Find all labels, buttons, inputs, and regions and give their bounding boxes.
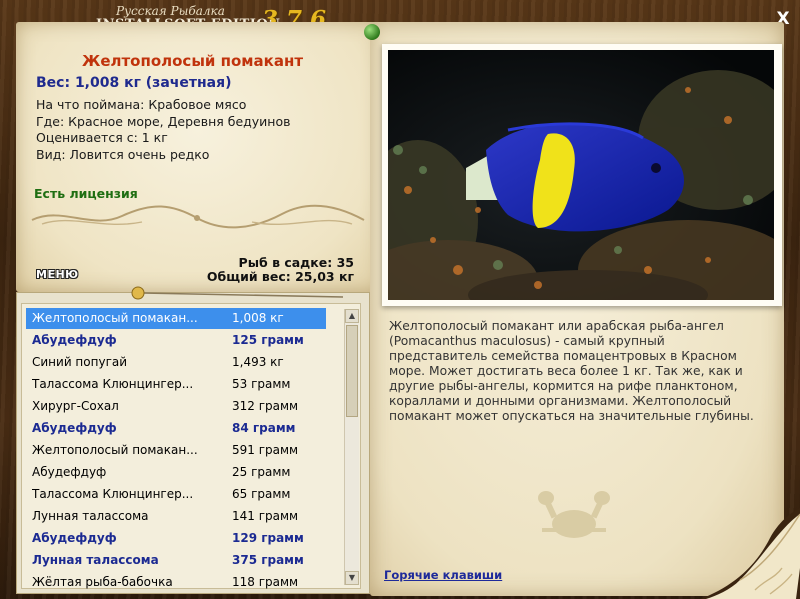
page-curl [700, 508, 800, 599]
fish-weight-value: 125 грамм [232, 333, 304, 347]
arrow-up-icon[interactable]: ▲ [345, 309, 359, 323]
catch-list-row[interactable]: Талассома Клюнцингер... 53 грамм [26, 374, 326, 395]
fish-name: Абудефдуф [32, 421, 117, 435]
fish-weight-value: 129 грамм [232, 531, 304, 545]
fish-photo [388, 50, 774, 300]
fish-name: Синий попугай [32, 355, 128, 369]
fish-name: Талассома Клюнцингер... [32, 377, 194, 391]
catch-list-row[interactable]: Желтополосый помакан... 1,008 кг [26, 308, 326, 329]
fish-name: Абудефдуф [32, 465, 107, 479]
fish-weight-value: 118 грамм [232, 575, 299, 589]
menu-button[interactable]: МЕНЮ [36, 268, 79, 281]
fish-weight-value: 84 грамм [232, 421, 296, 435]
catch-list-panel: Желтополосый помакан... 1,008 кг Абудефдуф… [16, 292, 370, 594]
logo-subtitle: Русская Рыбалка [116, 4, 225, 18]
catch-list-row[interactable]: Жёлтая рыба-бабочка 118 грамм [26, 572, 326, 593]
valued-from-text: Оценивается с: 1 кг [36, 130, 168, 145]
catch-list-row[interactable]: Абудефдуф 84 грамм [26, 418, 326, 439]
keepnet-stats: Рыб в садке: 35 Общий вес: 25,03 кг [207, 256, 354, 284]
fish-weight-value: 1,493 кг [232, 355, 284, 369]
fish-weight: Вес: 1,008 кг (зачетная) [36, 75, 232, 91]
fish-weight-value: 53 грамм [232, 377, 291, 391]
crab-watermark-icon [538, 491, 610, 538]
fish-name: Талассома Клюнцингер... [32, 487, 194, 501]
fish-name: Абудефдуф [32, 333, 117, 347]
caught-on-text: На что поймана: Крабовое мясо [36, 97, 247, 112]
fish-name: Абудефдуф [32, 531, 117, 545]
fish-name: Желтополосый помакан... [32, 311, 198, 325]
green-pin-icon [364, 24, 380, 40]
fish-description: Желтополосый помакант или арабская рыба-… [389, 319, 754, 423]
fish-weight-value: 591 грамм [232, 443, 299, 457]
fish-name: Жёлтая рыба-бабочка [32, 575, 173, 589]
list-scrollbar[interactable]: ▲ ▼ [344, 309, 359, 585]
catch-list-row[interactable]: Хирург-Сохал 312 грамм [26, 396, 326, 417]
scrollbar-thumb[interactable] [346, 325, 358, 417]
catch-list: Желтополосый помакан... 1,008 кг Абудефдуф… [21, 303, 361, 589]
fish-name: Лунная талассома [32, 553, 159, 567]
fish-weight-value: 65 грамм [232, 487, 291, 501]
fish-count: Рыб в садке: 35 [238, 255, 354, 270]
fish-weight-value: 25 грамм [232, 465, 291, 479]
catch-list-row[interactable]: Абудефдуф 125 грамм [26, 330, 326, 351]
pushpin-icon [131, 286, 344, 300]
fish-name: Лунная талассома [32, 509, 149, 523]
fish-weight-value: 141 грамм [232, 509, 299, 523]
fish-title: Желтополосый помакант [81, 52, 304, 70]
catch-list-row[interactable]: Желтополосый помакан... 591 грамм [26, 440, 326, 461]
catch-list-row[interactable]: Абудефдуф 129 грамм [26, 528, 326, 549]
fish-weight-value: 312 грамм [232, 399, 299, 413]
fish-weight-value: 375 грамм [232, 553, 304, 567]
arrow-down-icon[interactable]: ▼ [345, 571, 359, 585]
catch-list-row[interactable]: Лунная талассома 375 грамм [26, 550, 326, 571]
fish-name: Хирург-Сохал [32, 399, 119, 413]
catch-list-row[interactable]: Талассома Клюнцингер... 65 грамм [26, 484, 326, 505]
fish-photo-frame [382, 44, 782, 306]
hotkeys-link[interactable]: Горячие клавиши [384, 568, 502, 582]
fish-weight-value: 1,008 кг [232, 311, 284, 325]
ornament-divider [31, 204, 365, 229]
catch-list-row[interactable]: Синий попугай 1,493 кг [26, 352, 326, 373]
fish-name: Желтополосый помакан... [32, 443, 198, 457]
catch-list-row[interactable]: Лунная талассома 141 грамм [26, 506, 326, 527]
total-weight: Общий вес: 25,03 кг [206, 269, 354, 284]
catch-list-row[interactable]: Абудефдуф 25 грамм [26, 462, 326, 483]
fish-details: На что поймана: Крабовое мясо Где: Красн… [36, 97, 290, 163]
license-status: Есть лицензия [34, 186, 138, 201]
location-text: Где: Красное море, Деревня бедуинов [36, 113, 291, 129]
rarity-text: Вид: Ловится очень редко [36, 146, 210, 162]
